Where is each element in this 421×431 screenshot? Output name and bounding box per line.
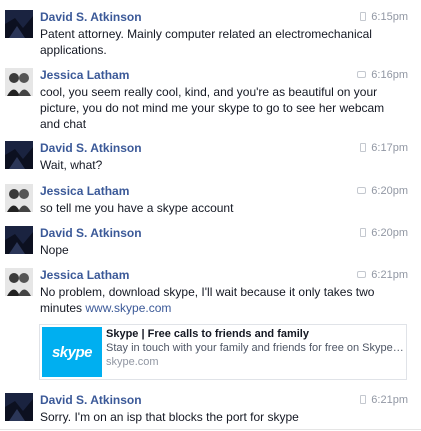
message-item: Jessica Latham 6:20pm so tell me you hav… (0, 184, 421, 215)
chat-icon (357, 71, 367, 78)
avatar-david[interactable] (5, 393, 33, 421)
message-time: 6:17pm (360, 142, 408, 155)
message-item: David S. Atkinson 6:15pm Patent attorney… (0, 10, 421, 57)
message-text: Wait, what? (40, 158, 103, 172)
message-time: 6:21pm (357, 269, 408, 282)
message-text: Nope (40, 243, 69, 257)
message-item: Jessica Latham 6:16pm cool, you seem rea… (0, 68, 421, 131)
message-time: 6:21pm (360, 394, 408, 407)
avatar-david[interactable] (5, 141, 33, 169)
message-text: Sorry. I'm on an isp that blocks the por… (40, 410, 299, 424)
message-text: so tell me you have a skype account (40, 201, 234, 215)
skype-logo-text: skype (51, 343, 93, 361)
mobile-icon (360, 395, 367, 404)
chat-icon (357, 187, 367, 194)
avatar-jessica[interactable] (5, 184, 33, 212)
divider (0, 429, 421, 430)
sender-name[interactable]: David S. Atkinson (40, 393, 142, 407)
preview-domain: skype.com (106, 356, 159, 368)
message-text: Patent attorney. Mainly computer related… (40, 27, 372, 57)
message-text: cool, you seem really cool, kind, and yo… (40, 85, 385, 131)
sender-name[interactable]: Jessica Latham (40, 68, 129, 82)
message-time: 6:16pm (357, 69, 408, 82)
mobile-icon (360, 143, 367, 152)
message-item: Jessica Latham 6:21pm No problem, downlo… (0, 268, 421, 383)
chat-icon (357, 271, 367, 278)
preview-description: Stay in touch with your family and frien… (106, 342, 404, 354)
preview-title[interactable]: Skype | Free calls to friends and family (106, 328, 309, 341)
avatar-david[interactable] (5, 10, 33, 38)
sender-name[interactable]: Jessica Latham (40, 184, 129, 198)
mobile-icon (360, 12, 367, 21)
skype-logo: skype (42, 327, 102, 377)
avatar-jessica[interactable] (5, 68, 33, 96)
sender-name[interactable]: Jessica Latham (40, 268, 129, 282)
message-text: No problem, download skype, I'll wait be… (40, 284, 406, 316)
message-time: 6:15pm (360, 11, 408, 24)
message-item: David S. Atkinson 6:17pm Wait, what? (0, 141, 421, 172)
message-time: 6:20pm (357, 185, 408, 198)
sender-name[interactable]: David S. Atkinson (40, 10, 142, 24)
avatar-david[interactable] (5, 226, 33, 254)
sender-name[interactable]: David S. Atkinson (40, 226, 142, 240)
message-time: 6:20pm (360, 227, 408, 240)
link-preview-card[interactable]: skype Skype | Free calls to friends and … (39, 324, 407, 380)
message-item: David S. Atkinson 6:21pm Sorry. I'm on a… (0, 393, 421, 425)
message-item: David S. Atkinson 6:20pm Nope (0, 226, 421, 257)
mobile-icon (360, 228, 367, 237)
avatar-jessica[interactable] (5, 268, 33, 296)
sender-name[interactable]: David S. Atkinson (40, 141, 142, 155)
skype-link[interactable]: www.skype.com (85, 301, 171, 315)
